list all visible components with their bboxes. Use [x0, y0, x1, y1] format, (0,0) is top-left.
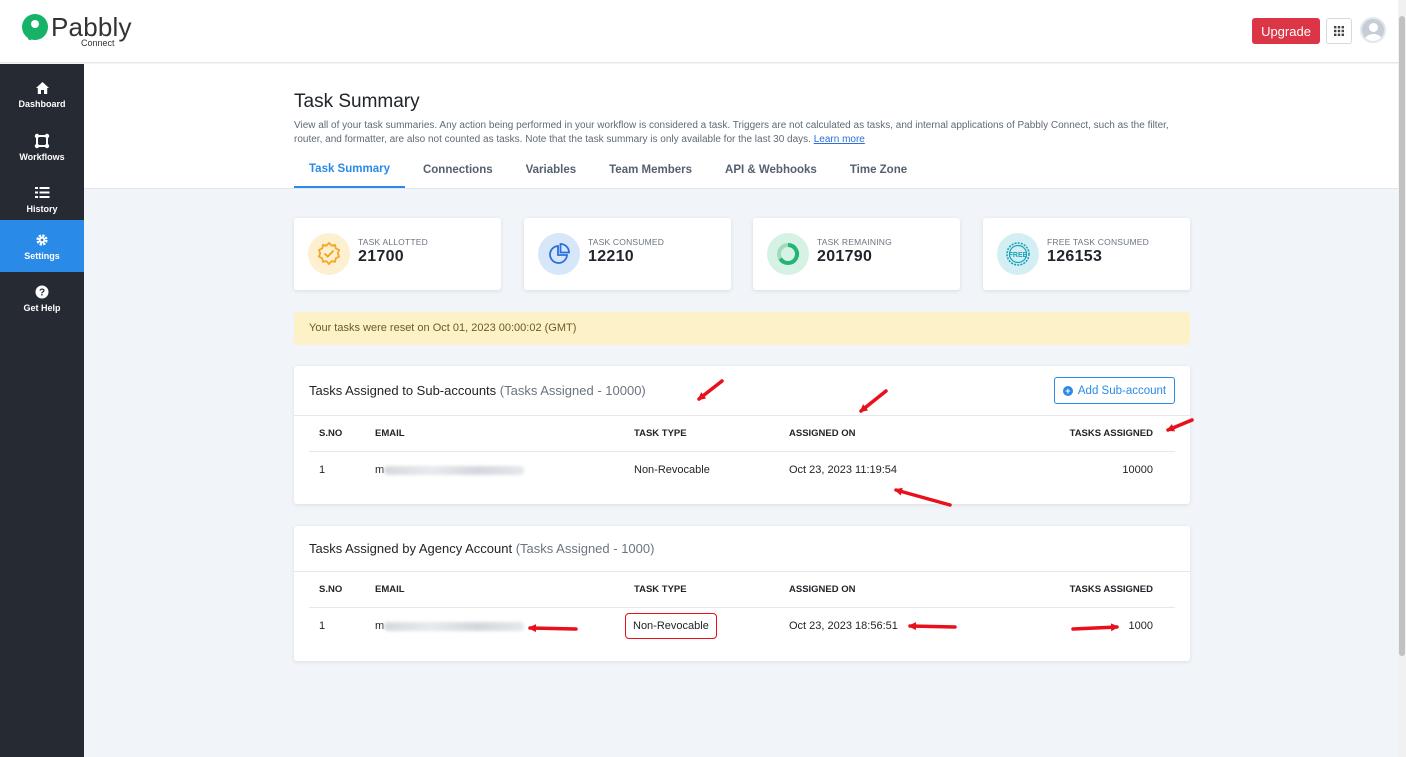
stat-label: FREE TASK CONSUMED	[1047, 237, 1149, 247]
sidebar-label: History	[26, 203, 58, 214]
column-header: EMAIL	[375, 428, 405, 439]
sidebar-item-settings[interactable]: Settings	[0, 220, 84, 272]
upgrade-button[interactable]: Upgrade	[1252, 18, 1320, 44]
sidebar-label: Dashboard	[18, 98, 66, 109]
panel-title: Tasks Assigned to Sub-accounts (Tasks As…	[309, 383, 646, 398]
row-tasks-assigned: 10000	[1122, 464, 1153, 476]
row-email: m	[375, 452, 525, 488]
column-header: TASKS ASSIGNED	[1069, 428, 1153, 439]
email-prefix: m	[375, 464, 385, 477]
badge-check-icon	[308, 233, 350, 275]
stat-label: TASK ALLOTTED	[358, 237, 428, 247]
tab-variables[interactable]: Variables	[511, 151, 592, 188]
sidebar-item-dashboard[interactable]: Dashboard	[0, 68, 84, 120]
stat-card-free-task-consumed: FREE FREE TASK CONSUMED 126153	[983, 218, 1190, 290]
workflow-icon	[34, 133, 50, 149]
table-header-row: S.NO EMAIL TASK TYPE ASSIGNED ON TASKS A…	[309, 416, 1175, 452]
stat-value: 12210	[588, 248, 634, 265]
sub-accounts-panel: Tasks Assigned to Sub-accounts (Tasks As…	[294, 366, 1190, 504]
panel-header: Tasks Assigned to Sub-accounts (Tasks As…	[294, 366, 1190, 416]
apps-grid-button[interactable]	[1326, 18, 1352, 44]
grid-icon	[1334, 26, 1344, 36]
row-sno: 1	[319, 464, 326, 476]
column-header: ASSIGNED ON	[789, 428, 856, 439]
table-row: 1 m Non-Revocable Oct 23, 2023 18:56:51 …	[309, 608, 1175, 644]
page-header: Task Summary View all of your task summa…	[84, 64, 1398, 189]
sidebar-item-history[interactable]: History	[0, 173, 84, 225]
plus-circle-icon: +	[1062, 385, 1073, 396]
panel-title-text: Tasks Assigned by Agency Account	[309, 541, 513, 556]
page-description: View all of your task summaries. Any act…	[294, 119, 1184, 146]
ring-progress-icon	[767, 233, 809, 275]
tasks-assigned-count: (Tasks Assigned - 1000)	[515, 541, 655, 556]
column-header: EMAIL	[375, 584, 405, 595]
settings-tabs: Task Summary Connections Variables Team …	[294, 151, 925, 188]
panel-title-text: Tasks Assigned to Sub-accounts	[309, 383, 497, 398]
email-prefix: m	[375, 620, 385, 633]
column-header: S.NO	[319, 428, 343, 439]
column-header: TASK TYPE	[634, 428, 687, 439]
stat-card-task-consumed: TASK CONSUMED 12210	[524, 218, 731, 290]
stat-card-task-allotted: TASK ALLOTTED 21700	[294, 218, 501, 290]
stat-label: TASK CONSUMED	[588, 237, 665, 247]
stat-value: 201790	[817, 248, 873, 265]
logo-name: Pabbly	[51, 12, 132, 42]
description-text: View all of your task summaries. Any act…	[294, 120, 1169, 145]
row-task-type: Non-Revocable	[625, 608, 717, 644]
top-header: Pabbly Connect Upgrade	[0, 0, 1398, 63]
sidebar-label: Get Help	[23, 302, 61, 313]
user-avatar[interactable]	[1360, 17, 1386, 43]
row-task-type: Non-Revocable	[634, 464, 710, 476]
tab-task-summary[interactable]: Task Summary	[294, 151, 405, 188]
tab-team-members[interactable]: Team Members	[594, 151, 707, 188]
blurred-email	[384, 465, 525, 475]
sidebar-item-workflows[interactable]: Workflows	[0, 121, 84, 173]
add-sub-account-button[interactable]: + Add Sub-account	[1054, 377, 1175, 404]
blurred-email	[384, 621, 525, 631]
tab-api-webhooks[interactable]: API & Webhooks	[710, 151, 832, 188]
sidebar: Dashboard Workflows History Settings ? G…	[0, 64, 84, 757]
stat-card-task-remaining: TASK REMAINING 201790	[753, 218, 960, 290]
row-email: m	[375, 608, 525, 644]
question-icon: ?	[34, 284, 50, 300]
scroll-thumb[interactable]	[1399, 16, 1405, 656]
column-header: TASKS ASSIGNED	[1069, 584, 1153, 595]
panel-header: Tasks Assigned by Agency Account (Tasks …	[294, 526, 1190, 572]
stat-value: 21700	[358, 248, 404, 265]
sidebar-item-get-help[interactable]: ? Get Help	[0, 272, 84, 324]
logo-icon	[22, 14, 48, 40]
page-scrollbar[interactable]	[1398, 0, 1406, 757]
highlighted-task-type: Non-Revocable	[625, 613, 717, 639]
add-sub-account-label: Add Sub-account	[1077, 384, 1167, 397]
svg-text:?: ?	[39, 287, 45, 298]
stat-value: 126153	[1047, 248, 1103, 265]
column-header: ASSIGNED ON	[789, 584, 856, 595]
panel-title: Tasks Assigned by Agency Account (Tasks …	[309, 541, 654, 556]
agency-panel: Tasks Assigned by Agency Account (Tasks …	[294, 526, 1190, 661]
history-icon	[34, 185, 50, 201]
table-row: 1 m Non-Revocable Oct 23, 2023 11:19:54 …	[309, 452, 1175, 488]
column-header: S.NO	[319, 584, 343, 595]
tasks-assigned-count: (Tasks Assigned - 10000)	[499, 383, 646, 398]
free-badge-icon: FREE	[997, 233, 1039, 275]
learn-more-link[interactable]: Learn more	[814, 134, 865, 145]
row-sno: 1	[319, 620, 326, 632]
gear-icon	[34, 232, 50, 248]
row-tasks-assigned: 1000	[1128, 620, 1153, 632]
task-reset-notice: Your tasks were reset on Oct 01, 2023 00…	[294, 312, 1190, 345]
row-assigned-on: Oct 23, 2023 11:19:54	[789, 464, 898, 476]
pabbly-logo[interactable]: Pabbly Connect	[22, 14, 132, 48]
stat-label: TASK REMAINING	[817, 237, 892, 247]
sidebar-label: Workflows	[19, 151, 65, 162]
row-assigned-on: Oct 23, 2023 18:56:51	[789, 620, 898, 632]
tab-time-zone[interactable]: Time Zone	[835, 151, 922, 188]
table-header-row: S.NO EMAIL TASK TYPE ASSIGNED ON TASKS A…	[309, 572, 1175, 608]
tab-connections[interactable]: Connections	[408, 151, 508, 188]
page-title: Task Summary	[294, 91, 420, 112]
svg-text:FREE: FREE	[1009, 252, 1028, 259]
pie-chart-icon	[538, 233, 580, 275]
column-header: TASK TYPE	[634, 584, 687, 595]
home-icon	[34, 80, 50, 96]
sidebar-label: Settings	[24, 250, 60, 261]
